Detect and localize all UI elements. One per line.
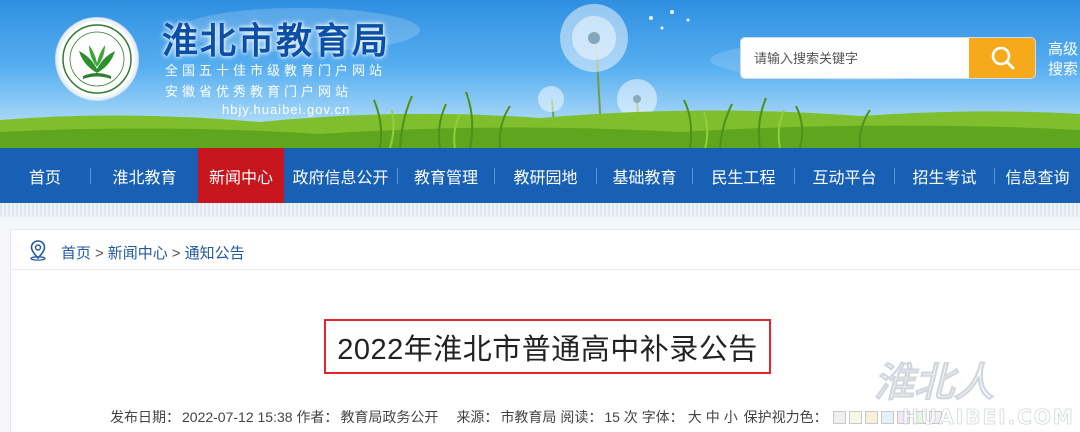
nav-bottom-strip <box>0 203 1080 217</box>
breadcrumb-trail: 首页 > 新闻中心 > 通知公告 <box>61 242 245 263</box>
nav-item-huaibei-education[interactable]: 淮北教育 <box>91 148 198 203</box>
search-icon <box>991 46 1015 70</box>
author-label: 作者： <box>296 409 339 425</box>
font-size-medium-button[interactable]: 中 <box>706 409 720 425</box>
font-size-small-button[interactable]: 小 <box>724 409 738 425</box>
advanced-search-link[interactable]: 高级搜索 <box>1048 40 1080 80</box>
article-title: 2022年淮北市普通高中补录公告 <box>337 333 758 366</box>
nav-item-info-query[interactable]: 信息查询 <box>995 148 1080 203</box>
nav-item-interaction[interactable]: 互动平台 <box>795 148 894 203</box>
nav-item-news-center[interactable]: 新闻中心 <box>198 148 284 203</box>
nav-item-education-management[interactable]: 教育管理 <box>398 148 494 203</box>
font-size-large-button[interactable]: 大 <box>688 409 702 425</box>
breadcrumb-news-center[interactable]: 新闻中心 <box>108 245 168 262</box>
article-meta: 发布日期： 2022-07-12 15:38 作者： 教育局政务公开 来源： 市教育局 … <box>110 407 942 427</box>
nav-item-home[interactable]: 首页 <box>0 148 90 203</box>
main-nav: 首页 淮北教育 新闻中心 政府信息公开 教育管理 教研园地 基础教育 民生工程 … <box>0 148 1080 203</box>
watermark-domain: HUAIBEI.COM <box>902 405 1075 429</box>
search-input[interactable] <box>741 38 969 78</box>
source-label: 来源： <box>456 409 499 425</box>
publish-date: 2022-07-12 15:38 <box>182 409 293 425</box>
author: 教育局政务公开 <box>340 409 439 425</box>
search-box <box>740 37 1036 79</box>
logo-icon[interactable] <box>56 18 138 100</box>
site-domain: hbjy.huaibei.gov.cn <box>222 102 351 117</box>
view-count: 15 <box>604 409 620 425</box>
nav-item-teaching-research[interactable]: 教研园地 <box>495 148 596 203</box>
site-watermark: 淮北人 HUAIBEI.COM <box>874 360 1075 430</box>
nav-item-gov-info[interactable]: 政府信息公开 <box>284 148 397 203</box>
header-banner: 淮北市教育局 全国五十佳市级教育门户网站 安徽省优秀教育门户网站 hbjy.hu… <box>0 0 1080 148</box>
views-unit: 次 <box>623 409 638 425</box>
eye-care-swatch[interactable] <box>832 411 846 424</box>
nav-item-basic-education[interactable]: 基础教育 <box>597 148 692 203</box>
font-size-label: 字体： <box>641 409 684 425</box>
watermark-text: 淮北人 <box>874 360 994 406</box>
search-button[interactable] <box>969 38 1035 78</box>
breadcrumb-notices[interactable]: 通知公告 <box>185 245 245 262</box>
publish-date-label: 发布日期： <box>110 409 180 425</box>
breadcrumb-home[interactable]: 首页 <box>61 245 91 262</box>
source: 市教育局 <box>500 409 557 425</box>
site-subtitle-1: 全国五十佳市级教育门户网站 <box>165 63 387 78</box>
nav-item-admissions[interactable]: 招生考试 <box>895 148 994 203</box>
breadcrumb: 首页 > 新闻中心 > 通知公告 <box>11 230 1080 270</box>
views-label: 阅读： <box>560 409 603 425</box>
eye-care-swatch[interactable] <box>848 411 862 424</box>
eye-care-label: 保护视力色： <box>743 409 828 425</box>
breadcrumb-separator: > <box>95 245 104 262</box>
site-title[interactable]: 淮北市教育局 <box>162 12 390 64</box>
site-subtitle-2: 安徽省优秀教育门户网站 <box>165 84 353 99</box>
nav-item-livelihood[interactable]: 民生工程 <box>693 148 794 203</box>
breadcrumb-separator: > <box>171 245 181 262</box>
location-pin-icon <box>30 240 46 261</box>
article-title-box: 2022年淮北市普通高中补录公告 <box>324 319 771 374</box>
